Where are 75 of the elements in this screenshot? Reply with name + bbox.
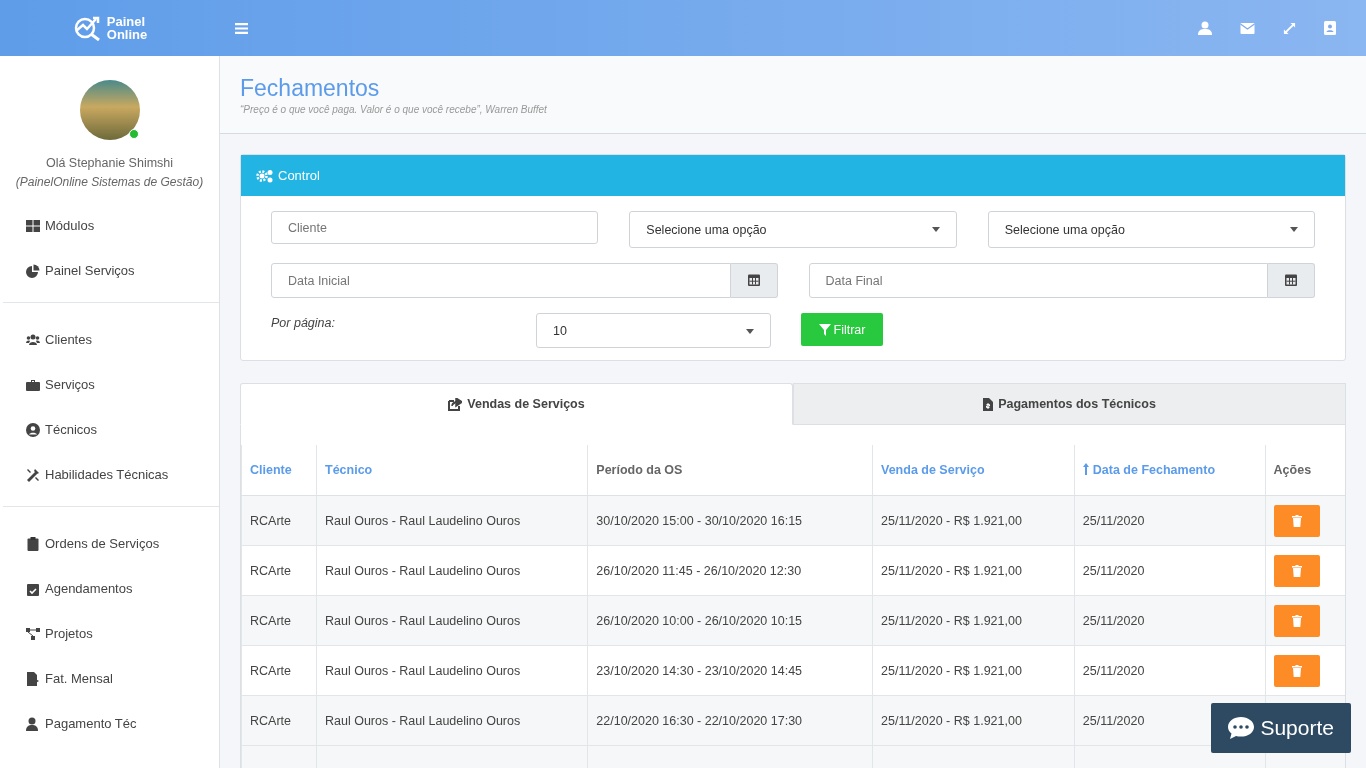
table-cell: Raul Ouros - Raul Laudelino Ouros	[316, 595, 588, 646]
support-button[interactable]: Suporte	[1211, 703, 1351, 753]
sidebar-item[interactable]: Ordens de Serviços	[0, 521, 219, 566]
client-field[interactable]: Cliente	[271, 211, 599, 244]
table-cell: 25/11/2020	[1074, 495, 1266, 546]
envelope-icon[interactable]	[1240, 22, 1255, 34]
card-title: Control	[278, 168, 320, 183]
delete-button[interactable]	[1273, 604, 1320, 637]
delete-button[interactable]	[1273, 554, 1320, 587]
trash-icon	[1291, 564, 1302, 577]
expand-icon[interactable]	[1283, 21, 1296, 35]
table-cell: RCArte	[241, 595, 317, 646]
start-date-field[interactable]: Data Inicial	[271, 263, 731, 298]
calendar-icon	[26, 581, 40, 596]
company-text: (PainelOnline Sistemas de Gestão)	[15, 175, 204, 189]
greeting-text: Olá Stephanie Shimshi	[45, 156, 174, 170]
calendar-button[interactable]	[1268, 263, 1315, 298]
column-header: Ações	[1265, 445, 1345, 496]
delete-button[interactable]	[1273, 654, 1320, 687]
sidebar-item[interactable]: Painel Serviços	[0, 248, 219, 293]
user-circle-icon	[26, 422, 40, 437]
column-header: Período da OS	[587, 445, 873, 496]
user-icon	[26, 716, 40, 731]
menu-icon[interactable]	[235, 22, 248, 34]
chat-bubble-icon	[1228, 717, 1255, 739]
table-cell: 25/11/2020 - R$ 1.921,00	[872, 495, 1075, 546]
calendar-icon	[747, 272, 760, 286]
table-cell: 25/11/2020	[1074, 595, 1266, 646]
sidebar-item[interactable]: Fat. Mensal	[0, 656, 219, 701]
sidebar-item[interactable]: Clientes	[0, 317, 219, 362]
trash-icon	[1291, 614, 1302, 627]
sidebar-item[interactable]: Técnicos	[0, 407, 219, 452]
table-cell: 25/11/2020 - R$ 1.921,00	[872, 695, 1075, 746]
sidebar-item[interactable]: Agendamentos	[0, 566, 219, 611]
tab[interactable]: Pagamentos dos Técnicos	[793, 383, 1346, 425]
sidebar-item[interactable]: Módulos	[0, 203, 219, 248]
table-cell: RCArte	[241, 495, 317, 546]
table-cell: RCArte	[241, 695, 317, 746]
clipboard-icon	[26, 536, 40, 551]
briefcase-icon	[26, 377, 40, 392]
invoice-icon	[983, 397, 994, 411]
per-page-dropdown[interactable]: 10	[536, 313, 771, 348]
end-date-field[interactable]: Data Final	[808, 263, 1268, 298]
grid-icon	[26, 218, 40, 233]
trash-icon	[1291, 664, 1302, 677]
pie-icon	[26, 263, 40, 278]
sidebar-item[interactable]: Habilidades Técnicas	[0, 452, 219, 497]
delete-button[interactable]	[1273, 504, 1320, 537]
filter-icon	[818, 323, 831, 336]
table-cell: 30/10/2020 15:00 - 30/10/2020 16:15	[587, 495, 873, 546]
tab[interactable]: Vendas de Serviços	[240, 383, 793, 425]
table-cell: Raul Ouros - Raul Laudelino Ouros	[316, 695, 588, 746]
calendar-button[interactable]	[730, 263, 778, 298]
table-cell: 26/10/2020 10:00 - 26/10/2020 10:15	[587, 595, 873, 646]
user-icon[interactable]	[1198, 21, 1212, 35]
sidebar-item[interactable]: Pagamento Téc	[0, 701, 219, 746]
page-title: Fechamentos	[240, 75, 381, 102]
quote-text: “Preço é o que você paga. Valor é o que você recebe”, Warren Buffet	[240, 104, 548, 115]
table-cell: 22/10/2020 16:30 - 22/10/2020 17:30	[587, 695, 873, 746]
trash-icon	[1291, 514, 1302, 527]
logo-text: Painel Online	[106, 15, 148, 41]
sidebar-item[interactable]: Projetos	[0, 611, 219, 656]
per-page-label: Por página:	[271, 315, 336, 330]
select-dropdown[interactable]: Selecione uma opção	[987, 211, 1315, 248]
sort-arrow-icon	[1082, 463, 1089, 475]
users-icon	[26, 332, 40, 347]
select-dropdown[interactable]: Selecione uma opção	[629, 211, 957, 248]
share-icon	[448, 397, 463, 411]
sitemap-icon	[26, 626, 40, 641]
sidebar-item[interactable]: Serviços	[0, 362, 219, 407]
file-icon	[26, 671, 40, 686]
address-book-icon[interactable]	[1324, 21, 1336, 35]
calendar-icon	[1285, 272, 1297, 286]
table-cell: Raul Ouros - Raul Laudelino Ouros	[316, 495, 588, 546]
table-cell: 25/11/2020 - R$ 1.921,00	[872, 595, 1075, 646]
